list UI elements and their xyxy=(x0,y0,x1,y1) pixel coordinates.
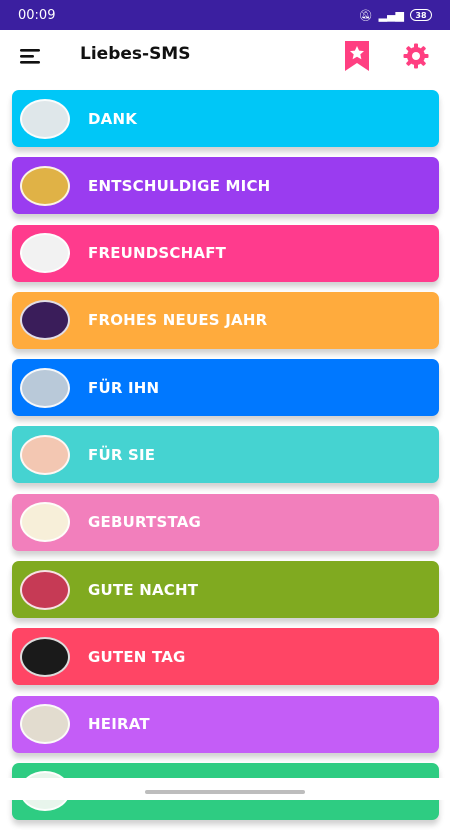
category-label: FÜR IHN xyxy=(88,378,160,397)
category-label: FROHES NEUES JAHR xyxy=(88,311,268,330)
category-card[interactable]: FROHES NEUES JAHR xyxy=(12,291,439,349)
category-card[interactable]: DANK xyxy=(12,90,439,147)
signal-icon: ▂▄▆ xyxy=(378,8,404,22)
category-label: DANK xyxy=(88,109,138,128)
category-card[interactable]: FÜR IHN xyxy=(12,359,439,417)
category-label: FÜR SIE xyxy=(88,445,156,464)
mute-icon: 🔕︎ xyxy=(358,8,373,22)
app-title: Liebes-SMS xyxy=(80,44,191,64)
category-card[interactable]: FÜR SIE xyxy=(12,426,439,484)
category-list: DANK ENTSCHULDIGE MICH FREUNDSCHAFT FROHES … xyxy=(12,90,439,830)
category-avatar-image xyxy=(20,367,70,408)
category-card[interactable]: ENTSCHULDIGE MICH xyxy=(12,157,439,215)
category-avatar-image xyxy=(20,434,70,475)
gesture-nav-bar[interactable] xyxy=(145,790,305,794)
category-card[interactable]: FREUNDSCHAFT xyxy=(12,224,439,282)
bookmark-star-icon[interactable] xyxy=(344,40,370,72)
gear-icon[interactable] xyxy=(402,42,430,70)
category-card[interactable]: GEBURTSTAG xyxy=(12,493,439,551)
category-avatar-image xyxy=(20,704,70,745)
category-avatar-image xyxy=(20,233,70,274)
category-label: ENTSCHULDIGE MICH xyxy=(88,176,271,195)
category-avatar-image xyxy=(20,502,70,543)
category-card[interactable]: HEIRAT xyxy=(12,695,439,753)
category-label: GEBURTSTAG xyxy=(88,513,202,532)
category-label: GUTE NACHT xyxy=(88,580,199,599)
category-card[interactable]: GUTEN TAG xyxy=(12,628,439,686)
status-icons: 🔕︎ ▂▄▆ 38 xyxy=(359,9,432,22)
category-label: HEIRAT xyxy=(88,715,150,734)
category-avatar-image xyxy=(20,165,70,206)
category-label: FREUNDSCHAFT xyxy=(88,244,227,263)
status-bar: 00:09 🔕︎ ▂▄▆ 38 xyxy=(0,0,450,30)
category-label: GUTEN TAG xyxy=(88,647,186,666)
app-bar: Liebes-SMS xyxy=(0,30,450,82)
status-time: 00:09 xyxy=(18,7,56,23)
category-avatar-image xyxy=(20,636,70,677)
category-avatar-image xyxy=(20,569,70,610)
category-avatar-image xyxy=(20,300,70,341)
category-avatar-image xyxy=(20,98,70,139)
menu-icon[interactable] xyxy=(18,44,42,68)
battery-icon: 38 xyxy=(410,9,432,21)
bottom-fade xyxy=(0,778,450,800)
category-card[interactable]: GUTE NACHT xyxy=(12,561,439,619)
battery-level: 38 xyxy=(415,10,427,20)
